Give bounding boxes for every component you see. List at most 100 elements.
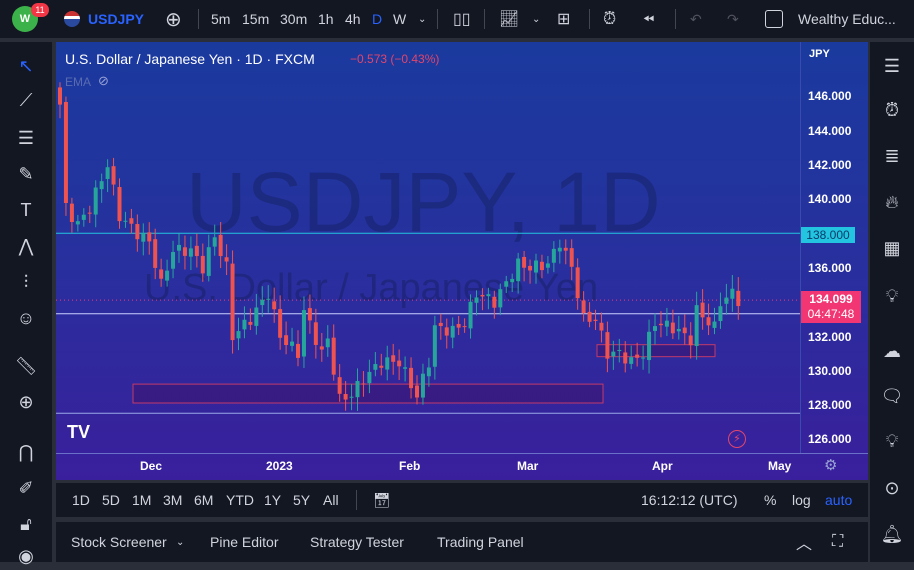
candle-body	[212, 237, 217, 247]
candle-body	[236, 331, 241, 339]
candle-body	[569, 248, 574, 267]
candle-body	[319, 346, 324, 350]
watchlist-icon[interactable]: ☰	[878, 52, 906, 80]
tab-pine-editor[interactable]: Pine Editor	[210, 522, 278, 562]
candle-body	[230, 263, 235, 341]
chat-icon[interactable]: 🗨︎	[878, 382, 906, 410]
prediction-icon[interactable]: ⫶	[12, 268, 40, 296]
settings-gear-icon[interactable]: ⚙	[824, 456, 837, 474]
interval-d[interactable]: D	[372, 0, 382, 38]
interval-1h[interactable]: 1h	[318, 0, 334, 38]
cursor-icon[interactable]: ↖	[12, 52, 40, 80]
candle-style-icon[interactable]: ▯▯	[453, 0, 471, 38]
range-all[interactable]: All	[323, 483, 339, 517]
account-menu[interactable]: Wealthy Educ...	[798, 0, 896, 38]
candle-body	[516, 258, 521, 282]
tab-stock-screener[interactable]: Stock Screener	[71, 522, 167, 562]
ruler-icon[interactable]: 📏︎	[12, 352, 40, 380]
percent-toggle[interactable]: %	[764, 483, 776, 517]
pattern-icon[interactable]: ⋀	[12, 232, 40, 260]
price-label: 130.000	[808, 364, 852, 378]
chevron-down-icon[interactable]: ⌄	[176, 522, 184, 562]
candle-body	[242, 319, 247, 330]
redo-icon[interactable]: ↷	[727, 0, 739, 38]
layout-icon[interactable]: ⊞	[557, 0, 570, 38]
candle-body	[658, 323, 663, 326]
chevron-down-icon[interactable]: ⌄	[418, 0, 426, 38]
candle-body	[200, 255, 205, 274]
broadcast-icon[interactable]: 💡︎	[878, 427, 906, 455]
candle-body	[58, 87, 62, 105]
maximize-panel-icon[interactable]: ⛶	[832, 522, 843, 562]
tradingview-logo: TV	[67, 422, 91, 442]
range-5y[interactable]: 5Y	[293, 483, 310, 517]
streams-icon[interactable]: ⊙	[878, 474, 906, 502]
interval-w[interactable]: W	[393, 0, 406, 38]
ideas-bulb-icon[interactable]: 💡︎	[878, 282, 906, 310]
candle-body	[623, 352, 628, 364]
range-1d[interactable]: 1D	[72, 483, 90, 517]
collapse-panel-icon[interactable]: ︿	[796, 522, 812, 562]
goto-date-icon[interactable]: 📅︎	[373, 483, 391, 517]
lock-icon[interactable]: 🔓︎	[12, 510, 40, 538]
zoom-icon[interactable]: ⊕	[12, 388, 40, 416]
range-1m[interactable]: 1M	[132, 483, 151, 517]
candle-body	[278, 309, 283, 338]
fib-icon[interactable]: ☰	[12, 124, 40, 152]
horizontal-line-label: 138.000	[801, 227, 855, 243]
chevron-down-icon[interactable]: ⌄	[532, 0, 540, 38]
tab-strategy-tester[interactable]: Strategy Tester	[310, 522, 404, 562]
interval-30m[interactable]: 30m	[280, 0, 307, 38]
tab-trading-panel[interactable]: Trading Panel	[437, 522, 524, 562]
range-6m[interactable]: 6M	[194, 483, 213, 517]
calendar-icon[interactable]: ▦	[878, 234, 906, 262]
hotlists-icon[interactable]: 🔥︎	[878, 188, 906, 216]
currency-selector[interactable]: JPY	[809, 48, 830, 60]
time-label: 2023	[266, 459, 293, 473]
notifications-bell-icon[interactable]: 🔔︎	[878, 520, 906, 548]
time-axis[interactable]	[56, 453, 868, 480]
auto-toggle[interactable]: auto	[825, 483, 852, 517]
chart-pane[interactable]: USDJPY, 1D U.S. Dollar / Japanese Yen U.…	[56, 42, 868, 480]
hidden-eye-icon[interactable]: ⊘	[98, 73, 109, 89]
candle-body	[551, 248, 556, 263]
candle-body	[206, 247, 211, 276]
brush-icon[interactable]: ✎	[12, 160, 40, 188]
emoji-icon[interactable]: ☺	[12, 304, 40, 332]
eye-icon[interactable]: ◉	[12, 542, 40, 570]
ema-indicator-label[interactable]: EMA	[65, 75, 91, 89]
candle-body	[385, 357, 390, 370]
candle-body	[450, 325, 455, 338]
trend-line-icon[interactable]: ⟋	[12, 86, 40, 114]
range-3m[interactable]: 3M	[163, 483, 182, 517]
range-toolbar: 1D 5D 1M 3M 6M YTD 1Y 5Y All 📅︎ 16:12:12…	[56, 483, 868, 517]
interval-4h[interactable]: 4h	[345, 0, 361, 38]
undo-icon[interactable]: ↶	[690, 0, 702, 38]
fullscreen-checkbox-icon[interactable]	[765, 0, 783, 38]
data-window-icon[interactable]: ≣	[878, 142, 906, 170]
clock[interactable]: 16:12:12 (UTC)	[641, 483, 737, 517]
alerts-clock-icon[interactable]: ⏰︎	[878, 96, 906, 124]
magnet-icon[interactable]: ⋂	[12, 438, 40, 466]
text-icon[interactable]: T	[12, 196, 40, 224]
log-toggle[interactable]: log	[792, 483, 811, 517]
add-symbol-icon[interactable]: ⊕	[165, 0, 182, 38]
lightning-icon[interactable]: ⚡︎	[728, 430, 746, 448]
lock-drawing-icon[interactable]: ✐	[12, 474, 40, 502]
indicators-icon[interactable]: 📈︎	[499, 0, 519, 38]
alert-icon[interactable]: ⏰︎	[603, 0, 616, 38]
candle-body	[599, 322, 604, 331]
replay-icon[interactable]: ⏪︎	[643, 0, 654, 38]
interval-15m[interactable]: 15m	[242, 0, 269, 38]
range-ytd[interactable]: YTD	[226, 483, 254, 517]
candle-body	[593, 319, 598, 321]
last-price-label: 134.099 04:47:48	[801, 291, 861, 323]
candle-body	[111, 166, 116, 185]
range-5d[interactable]: 5D	[102, 483, 120, 517]
chat-cloud-icon[interactable]: ☁	[878, 337, 906, 365]
range-1y[interactable]: 1Y	[264, 483, 281, 517]
symbol-search[interactable]: USDJPY	[88, 0, 144, 38]
price-axis[interactable]	[800, 42, 868, 453]
interval-5m[interactable]: 5m	[211, 0, 230, 38]
price-label: 132.000	[808, 330, 852, 344]
